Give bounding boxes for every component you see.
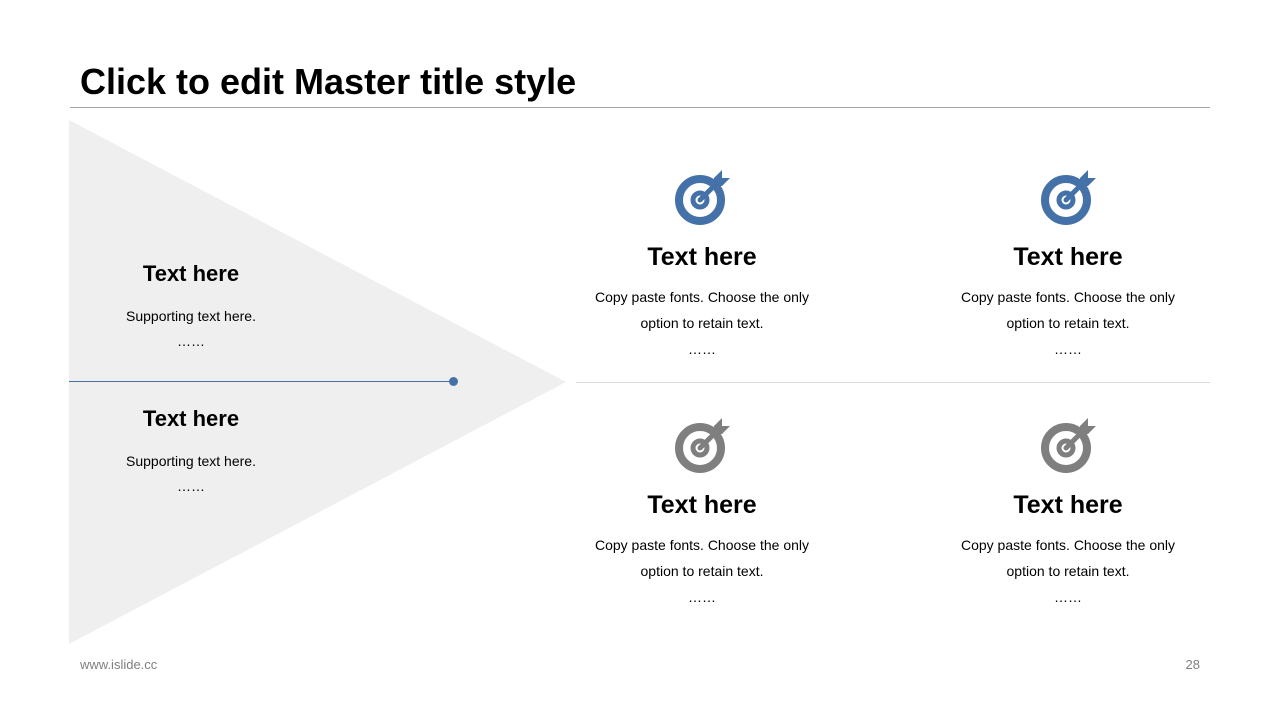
card-text-line-2: option to retain text. xyxy=(1006,315,1130,331)
left-item-1: Text here Supporting text here. …… xyxy=(91,260,291,350)
card-text-line-1: Copy paste fonts. Choose the only xyxy=(594,537,810,553)
left-item-heading: Text here xyxy=(142,406,240,431)
footer-url: www.islide.cc xyxy=(80,657,158,672)
left-divider-line xyxy=(69,381,453,382)
card-heading: Text here xyxy=(1013,491,1123,519)
card-3: Text here Copy paste fonts. Choose the o… xyxy=(572,414,832,606)
page-number: 28 xyxy=(1185,657,1200,672)
card-ellipsis: …… xyxy=(1054,341,1082,357)
card-heading: Text here xyxy=(647,243,757,271)
left-divider-dot xyxy=(449,377,458,386)
card-1: Text here Copy paste fonts. Choose the o… xyxy=(572,166,832,358)
left-item-subtext: Supporting text here. xyxy=(126,308,256,324)
card-ellipsis: …… xyxy=(688,341,716,357)
card-text-line-1: Copy paste fonts. Choose the only xyxy=(960,537,1176,553)
card-heading: Text here xyxy=(647,491,757,519)
left-item-ellipsis: …… xyxy=(177,478,205,494)
target-icon xyxy=(1036,166,1100,230)
left-item-ellipsis: …… xyxy=(177,333,205,349)
card-ellipsis: …… xyxy=(1054,589,1082,605)
left-item-heading: Text here xyxy=(142,261,240,286)
card-text-line-2: option to retain text. xyxy=(640,563,764,579)
card-2: Text here Copy paste fonts. Choose the o… xyxy=(938,166,1198,358)
grid-divider xyxy=(576,382,1210,383)
slide-title: Click to edit Master title style xyxy=(80,61,577,102)
target-icon xyxy=(1036,414,1100,478)
card-text-line-1: Copy paste fonts. Choose the only xyxy=(960,289,1176,305)
card-text-line-2: option to retain text. xyxy=(640,315,764,331)
card-text-line-1: Copy paste fonts. Choose the only xyxy=(594,289,810,305)
card-heading: Text here xyxy=(1013,243,1123,271)
target-icon xyxy=(670,414,734,478)
background-triangle xyxy=(69,120,566,644)
card-text-line-2: option to retain text. xyxy=(1006,563,1130,579)
card-ellipsis: …… xyxy=(688,589,716,605)
target-icon xyxy=(670,166,734,230)
left-item-2: Text here Supporting text here. …… xyxy=(91,405,291,495)
card-4: Text here Copy paste fonts. Choose the o… xyxy=(938,414,1198,606)
left-item-subtext: Supporting text here. xyxy=(126,453,256,469)
title-divider xyxy=(70,107,1210,108)
